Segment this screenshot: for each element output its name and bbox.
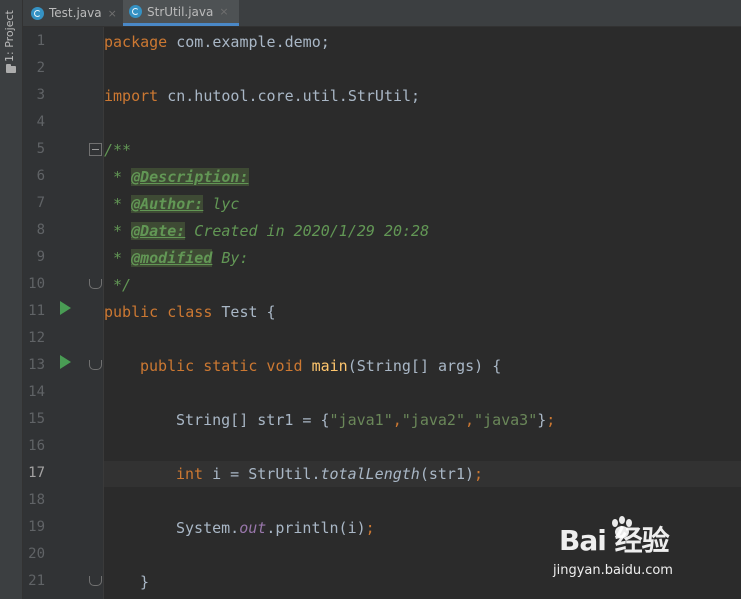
code-line[interactable]: } [140, 572, 149, 592]
code-text: Test { [212, 303, 276, 321]
punctuation: ; [546, 411, 556, 429]
code-text: System. [176, 519, 240, 537]
code-text: String[] str1 = { [176, 411, 330, 429]
project-tool-button[interactable]: 1: Project [0, 0, 22, 80]
line-number: 19 [28, 519, 45, 535]
string-literal: "java2" [401, 411, 465, 429]
line-number: 9 [36, 249, 45, 265]
string-literal: "java1" [329, 411, 393, 429]
code-line[interactable]: * @Description: [104, 167, 249, 187]
fold-end-icon[interactable] [89, 360, 102, 370]
code-line[interactable]: * @Author: lyc [104, 194, 239, 214]
method-name: main [311, 357, 348, 375]
run-class-icon[interactable] [60, 301, 71, 315]
line-number: 7 [36, 195, 45, 211]
project-tool-label: 1: Project [3, 10, 16, 62]
line-number: 5 [36, 141, 45, 157]
line-number: 16 [28, 438, 45, 454]
line-number-current: 17 [28, 465, 45, 481]
comment: lyc [203, 195, 240, 213]
code-text: com.example.demo; [167, 33, 330, 51]
punctuation: , [465, 411, 475, 429]
keyword: public static void [140, 357, 303, 375]
javadoc-tag: @Author: [131, 195, 204, 213]
line-number: 18 [28, 492, 45, 508]
close-icon[interactable]: × [219, 5, 228, 18]
line-number: 10 [28, 276, 45, 292]
punctuation: ; [365, 519, 375, 537]
tab-label: Test.java [49, 6, 102, 20]
tab-label: StrUtil.java [147, 4, 214, 19]
line-number: 21 [28, 573, 45, 589]
javadoc-tag: @Description: [131, 168, 249, 186]
line-number: 6 [36, 168, 45, 184]
tool-window-strip: 1: Project [0, 0, 23, 599]
line-number: 2 [36, 60, 45, 76]
code-line[interactable]: public static void main(String[] args) { [140, 356, 501, 376]
line-number: 14 [28, 384, 45, 400]
code-text: (String[] args) { [347, 357, 502, 375]
java-class-icon [31, 6, 44, 20]
line-number: 12 [28, 330, 45, 346]
tab-strutil-java[interactable]: StrUtil.java × [123, 0, 239, 26]
code-text: (str1) [419, 465, 475, 483]
editor-tab-bar: Test.java × StrUtil.java × [23, 0, 741, 27]
code-line[interactable]: * @modified By: [104, 248, 249, 268]
baidu-jingyan-watermark: Bai 经验 jingyan.baidu.com [551, 515, 701, 585]
keyword: int [176, 465, 204, 483]
code-line[interactable]: int i = StrUtil.totalLength(str1); [176, 464, 483, 484]
comment: * [104, 249, 132, 267]
comment: By: [212, 249, 249, 267]
punctuation: , [392, 411, 402, 429]
code-line[interactable]: */ [104, 275, 131, 295]
fold-icon[interactable] [89, 143, 102, 156]
line-number: 20 [28, 546, 45, 562]
tab-test-java[interactable]: Test.java × [27, 0, 124, 26]
code-line[interactable]: String[] str1 = {"java1","java2","java3"… [176, 410, 555, 430]
code-text: .println(i) [266, 519, 366, 537]
code-text: cn.hutool.core.util.StrUtil; [158, 87, 421, 105]
static-method: totalLength [320, 465, 420, 483]
code-line[interactable]: package com.example.demo; [104, 32, 330, 52]
close-icon[interactable]: × [108, 7, 117, 20]
run-method-icon[interactable] [60, 355, 71, 369]
code-line[interactable]: public class Test { [104, 302, 276, 322]
punctuation: ; [474, 465, 484, 483]
keyword: public class [104, 303, 213, 321]
keyword: package [104, 33, 168, 51]
line-number: 13 [28, 357, 45, 373]
code-line[interactable]: * @Date: Created in 2020/1/29 20:28 [104, 221, 429, 241]
keyword: import [104, 87, 159, 105]
comment: Created in 2020/1/29 20:28 [185, 222, 430, 240]
line-number: 1 [36, 33, 45, 49]
comment: * [104, 222, 132, 240]
fold-end-icon[interactable] [89, 279, 102, 289]
line-number: 15 [28, 411, 45, 427]
java-class-icon [129, 5, 142, 18]
static-field: out [239, 519, 267, 537]
comment: * [104, 195, 132, 213]
comment: * [104, 168, 132, 186]
code-text: i = StrUtil. [203, 465, 321, 483]
fold-end-icon[interactable] [89, 576, 102, 586]
code-line[interactable]: import cn.hutool.core.util.StrUtil; [104, 86, 420, 106]
javadoc-tag: @modified [131, 249, 213, 267]
javadoc-tag: @Date: [131, 222, 186, 240]
code-text: } [537, 411, 547, 429]
line-number: 3 [36, 87, 45, 103]
paw-icon [612, 516, 632, 538]
code-line[interactable]: System.out.println(i); [176, 518, 375, 538]
string-literal: "java3" [474, 411, 538, 429]
folder-icon [6, 64, 16, 73]
line-number: 11 [28, 303, 45, 319]
code-line[interactable]: /** [104, 140, 131, 160]
watermark-url: jingyan.baidu.com [553, 563, 673, 578]
line-number: 4 [36, 114, 45, 130]
line-number: 8 [36, 222, 45, 238]
